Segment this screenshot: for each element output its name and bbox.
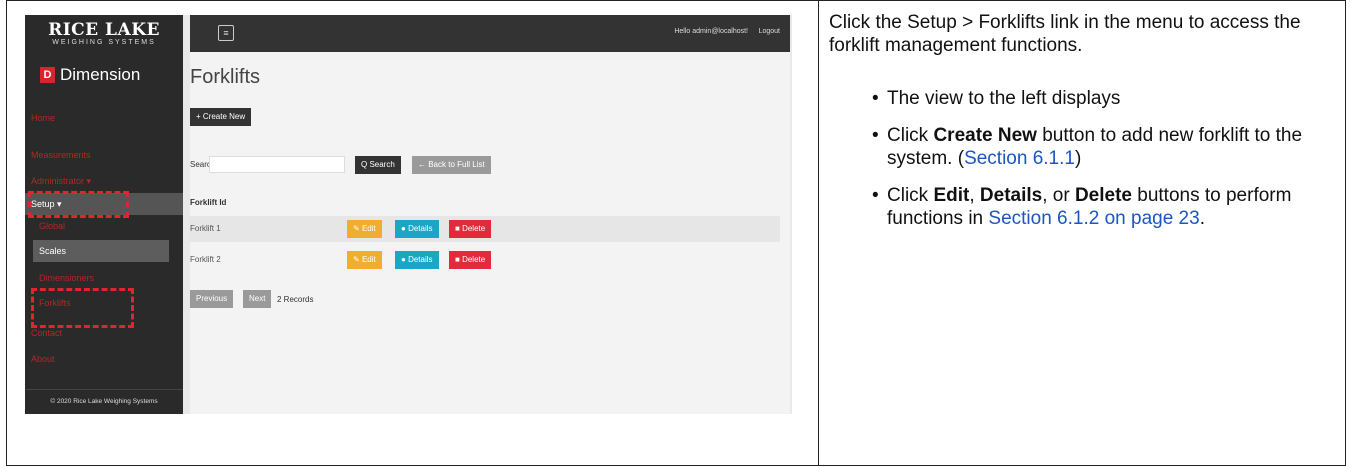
list-item: The view to the left displays bbox=[872, 87, 1332, 110]
bullet-text: . bbox=[1199, 208, 1205, 229]
nav-scales[interactable]: Scales bbox=[33, 240, 169, 262]
nav-measurements[interactable]: Measurements bbox=[25, 144, 183, 166]
delete-label: Delete bbox=[462, 255, 486, 264]
intro-text: Click the Setup > Forklifts link in the … bbox=[829, 12, 1301, 56]
forklift-id: Forklift 1 bbox=[190, 224, 221, 233]
edit-button[interactable]: ✎ Edit bbox=[347, 251, 382, 269]
hamburger-menu-icon[interactable]: ≡ bbox=[218, 25, 234, 41]
details-label: Details bbox=[408, 255, 433, 264]
edit-label: Edit bbox=[361, 255, 376, 264]
details-button[interactable]: ● Details bbox=[395, 220, 439, 238]
page-title: Forklifts bbox=[190, 66, 260, 88]
section-link[interactable]: Section 6.1.2 on page 23 bbox=[988, 208, 1199, 229]
previous-button[interactable]: Previous bbox=[190, 290, 234, 308]
highlight-setup bbox=[28, 191, 129, 218]
rice-lake-logo: RICE LAKE WEIGHING SYSTEMS bbox=[33, 21, 175, 46]
sidebar-footer: © 2020 Rice Lake Weighing Systems bbox=[25, 389, 183, 414]
logout-link[interactable]: Logout bbox=[759, 28, 780, 35]
dimension-logo: D Dimension bbox=[40, 65, 140, 85]
list-item: Click Create New button to add new forkl… bbox=[872, 124, 1332, 170]
search-input[interactable] bbox=[209, 156, 345, 173]
logo-sub: WEIGHING SYSTEMS bbox=[52, 39, 156, 46]
edit-label: Edit bbox=[361, 224, 376, 233]
column-header-forklift-id: Forklift Id bbox=[190, 198, 227, 207]
nav-home[interactable]: Home bbox=[25, 107, 183, 129]
nav-about[interactable]: About bbox=[25, 348, 183, 370]
nav-dimensioners[interactable]: Dimensioners bbox=[25, 267, 183, 289]
app-screenshot: RICE LAKE WEIGHING SYSTEMS D Dimension H… bbox=[25, 15, 792, 414]
bold-details: Details bbox=[979, 185, 1043, 206]
delete-button[interactable]: ■ Delete bbox=[449, 220, 492, 238]
dimension-name: Dimension bbox=[60, 65, 141, 84]
user-greeting: Hello admin@localhost! bbox=[674, 28, 748, 35]
bullet-text: , or bbox=[1042, 185, 1075, 206]
bold-create-new: Create New bbox=[933, 125, 1037, 146]
bold-edit: Edit bbox=[933, 185, 970, 206]
bullet-text: ) bbox=[1074, 148, 1082, 169]
instruction-list: The view to the left displays Click Crea… bbox=[872, 87, 1332, 244]
column-divider bbox=[818, 0, 819, 466]
delete-label: Delete bbox=[462, 224, 486, 233]
delete-button[interactable]: ■ Delete bbox=[449, 251, 492, 269]
bold-delete: Delete bbox=[1074, 185, 1132, 206]
records-count: 2 Records bbox=[277, 295, 314, 304]
dimension-mark-icon: D bbox=[40, 67, 55, 83]
list-item: Click Edit, Details, or Delete buttons t… bbox=[872, 184, 1332, 230]
details-label: Details bbox=[408, 224, 433, 233]
bullet-text: The view to the left displays bbox=[887, 88, 1121, 109]
nav-administrator[interactable]: Administrator ▾ bbox=[25, 170, 183, 192]
details-button[interactable]: ● Details bbox=[395, 251, 439, 269]
bullet-text: Click bbox=[887, 185, 934, 206]
top-bar: ≡ Hello admin@localhost! Logout bbox=[190, 15, 790, 52]
search-button[interactable]: Q Search bbox=[355, 156, 401, 174]
highlight-forklifts bbox=[31, 288, 134, 328]
next-button[interactable]: Next bbox=[243, 290, 272, 308]
logo-main: RICE LAKE bbox=[48, 20, 160, 40]
edit-button[interactable]: ✎ Edit bbox=[347, 220, 382, 238]
back-to-full-list-button[interactable]: ← Back to Full List bbox=[412, 156, 491, 174]
bullet-text: , bbox=[969, 185, 980, 206]
forklift-id: Forklift 2 bbox=[190, 255, 221, 264]
nav-global[interactable]: Global bbox=[25, 215, 183, 237]
section-link[interactable]: Section 6.1.1 bbox=[964, 148, 1075, 169]
create-new-button[interactable]: + Create New bbox=[190, 108, 252, 126]
main-content: Forklifts + Create New Search Q Search ←… bbox=[190, 52, 790, 414]
bullet-text: Click bbox=[887, 125, 934, 146]
